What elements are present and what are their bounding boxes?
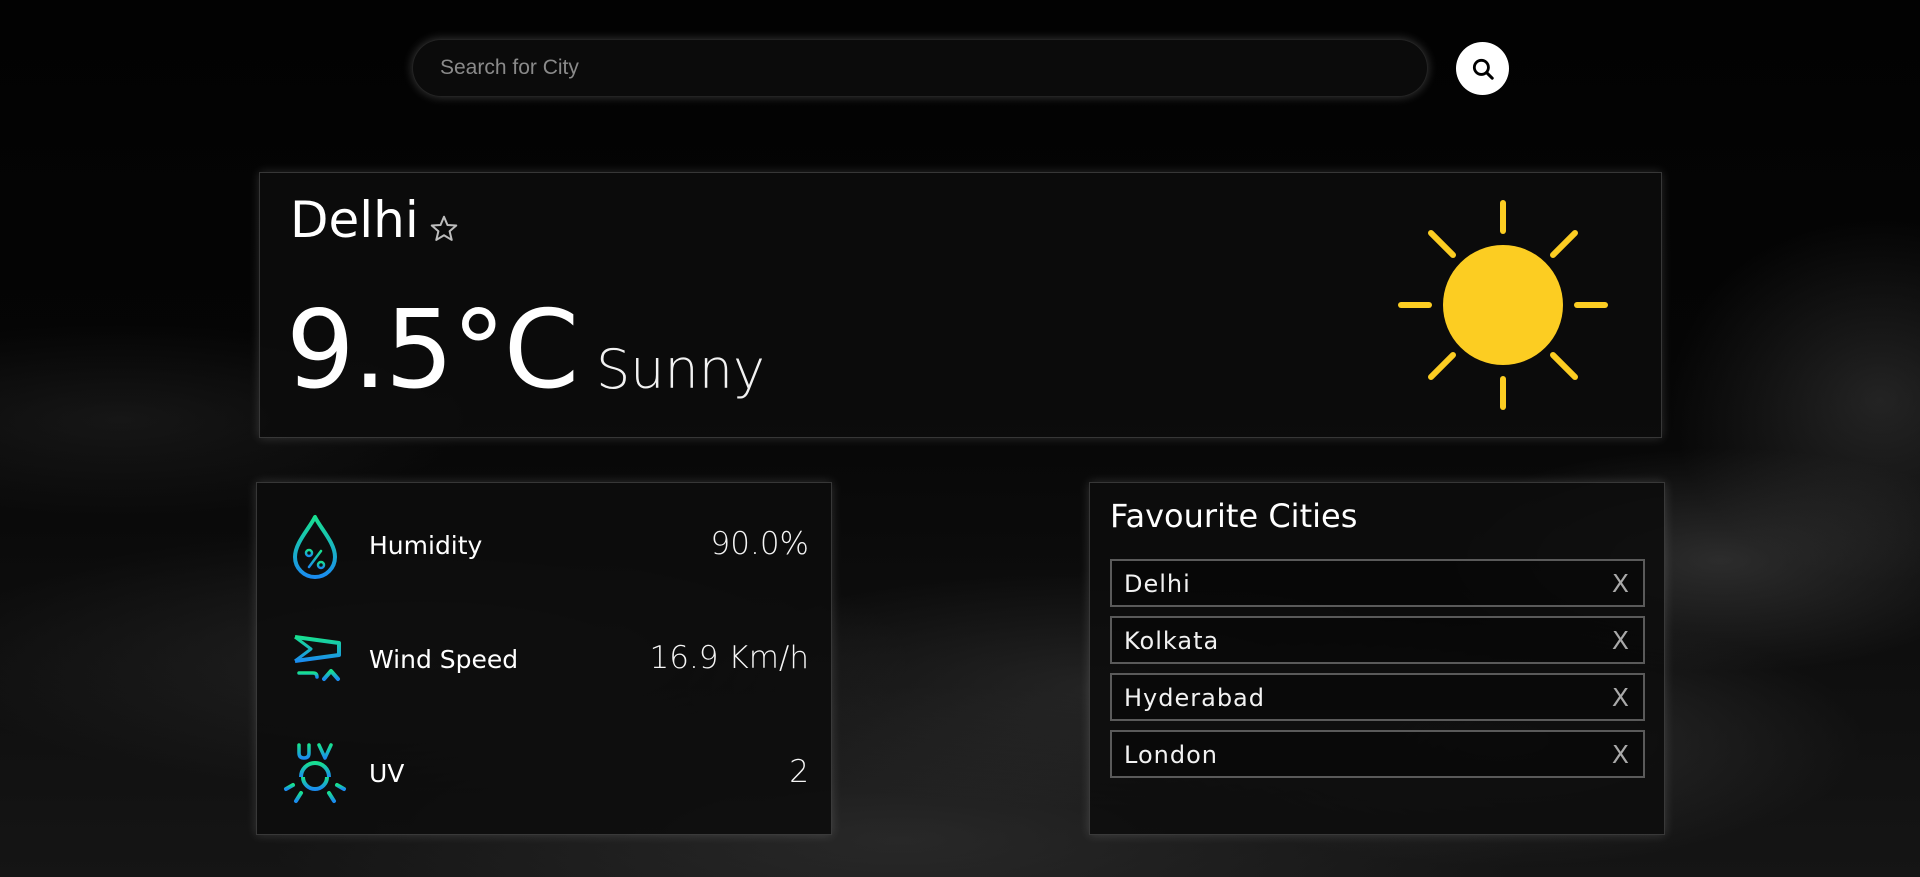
temperature-value: 9.5°C (286, 288, 579, 413)
favourite-city-name: Delhi (1124, 570, 1191, 598)
favourite-city-item[interactable]: London X (1110, 730, 1645, 778)
humidity-drop-icon (293, 515, 337, 579)
favourite-city-item[interactable]: Kolkata X (1110, 616, 1645, 664)
favourite-city-name: London (1124, 741, 1218, 769)
uv-index-icon (284, 743, 346, 809)
search-bar (412, 39, 1428, 97)
remove-favourite-button[interactable]: X (1610, 624, 1631, 657)
metric-row-humidity: Humidity 90.0% (257, 505, 831, 585)
search-button[interactable] (1456, 42, 1509, 95)
metric-row-wind-speed: Wind Speed 16.9 Km/h (257, 619, 831, 699)
metric-value: 2 (789, 754, 809, 790)
favourite-city-name: Hyderabad (1124, 684, 1265, 712)
favourite-cities-title: Favourite Cities (1110, 497, 1358, 535)
metric-label: Humidity (369, 531, 483, 560)
metric-row-uv: UV 2 (257, 733, 831, 813)
metric-label: Wind Speed (369, 645, 519, 674)
metric-value: 90.0% (710, 526, 809, 562)
metric-value: 16.9 Km/h (649, 640, 810, 676)
city-search-input[interactable] (412, 39, 1428, 97)
star-outline-icon (430, 215, 458, 241)
current-weather-card: Delhi 9.5°C Sunny (259, 172, 1662, 438)
windsock-icon (285, 629, 341, 695)
favourite-city-item[interactable]: Hyderabad X (1110, 673, 1645, 721)
favourite-toggle-button[interactable] (428, 213, 460, 245)
city-name: Delhi (290, 191, 419, 249)
favourite-city-item[interactable]: Delhi X (1110, 559, 1645, 607)
remove-favourite-button[interactable]: X (1610, 681, 1631, 714)
favourite-cities-card: Favourite Cities Delhi X Kolkata X Hyder… (1089, 482, 1665, 835)
remove-favourite-button[interactable]: X (1610, 567, 1631, 600)
weather-metrics-card: Humidity 90.0% Wind Speed 16.9 Km/h UV 2 (256, 482, 832, 835)
metric-label: UV (369, 759, 405, 788)
sun-icon (1398, 200, 1608, 410)
remove-favourite-button[interactable]: X (1610, 738, 1631, 771)
favourite-cities-list: Delhi X Kolkata X Hyderabad X London X (1110, 559, 1645, 787)
favourite-city-name: Kolkata (1124, 627, 1220, 655)
weather-condition: Sunny (596, 338, 765, 401)
search-icon (1472, 58, 1494, 80)
